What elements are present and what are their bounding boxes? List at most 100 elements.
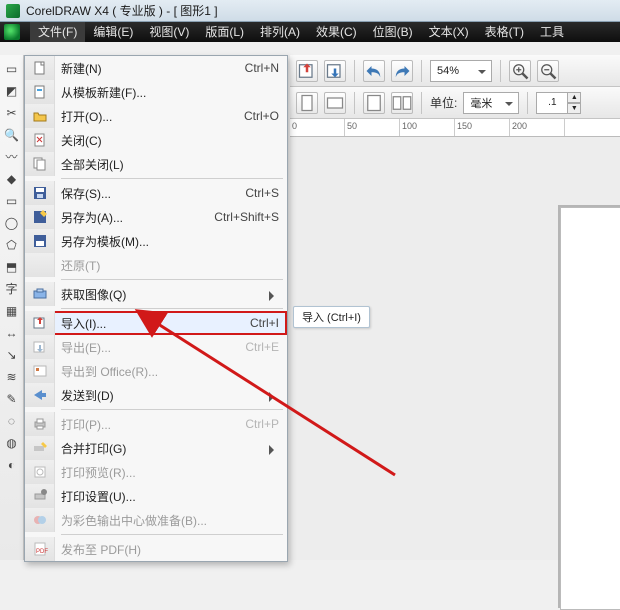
dimension-tool-icon[interactable]: ↔ (2, 323, 22, 343)
smart-fill-icon[interactable]: ◆ (2, 169, 22, 189)
menu-tools[interactable]: 工具 (532, 22, 572, 42)
menu-item-shortcut: Ctrl+N (235, 61, 279, 75)
file-menu-item[interactable]: 获取图像(Q) (25, 282, 287, 306)
file-menu-item[interactable]: 从模板新建(F)... (25, 80, 287, 104)
menu-item-label: 从模板新建(F)... (61, 84, 279, 101)
polygon-tool-icon[interactable]: ⬠ (2, 235, 22, 255)
file-menu-item[interactable]: 另存为(A)...Ctrl+Shift+S (25, 205, 287, 229)
file-menu-item[interactable]: 保存(S)...Ctrl+S (25, 181, 287, 205)
toolbar-standard: 54% (290, 55, 620, 87)
toolbar-separator (500, 60, 501, 82)
ellipse-tool-icon[interactable]: ◯ (2, 213, 22, 233)
ruler-tick: 200 (510, 119, 565, 136)
zoom-tool-icon[interactable]: 🔍 (2, 125, 22, 145)
menu-separator (61, 534, 283, 535)
basic-shapes-icon[interactable]: ⬒ (2, 257, 22, 277)
menu-effects[interactable]: 效果(C) (308, 22, 365, 42)
connector-tool-icon[interactable]: ↘ (2, 345, 22, 365)
nudge-value[interactable]: .1 (536, 92, 568, 114)
menu-layout[interactable]: 版面(L) (197, 22, 252, 42)
rectangle-tool-icon[interactable]: ▭ (2, 191, 22, 211)
menu-arrange[interactable]: 排列(A) (252, 22, 308, 42)
unit-select[interactable]: 毫米 (463, 92, 519, 114)
redo-icon (392, 61, 412, 81)
menu-table[interactable]: 表格(T) (477, 22, 532, 42)
export-icon (25, 335, 55, 359)
menu-separator (61, 279, 283, 280)
menu-item-label: 还原(T) (61, 257, 279, 274)
menu-item-label: 全部关闭(L) (61, 156, 279, 173)
orientation-portrait-button[interactable] (296, 92, 318, 114)
import-tooltip: 导入 (Ctrl+I) (293, 306, 370, 328)
crop-tool-icon[interactable]: ✂ (2, 103, 22, 123)
menu-file[interactable]: 文件(F) (30, 22, 85, 42)
file-menu-item: 为彩色输出中心做准备(B)... (25, 508, 287, 532)
menu-view[interactable]: 视图(V) (141, 22, 197, 42)
unit-label: 单位: (430, 94, 457, 111)
table-tool-icon[interactable]: ▦ (2, 301, 22, 321)
interactive-fill-icon[interactable]: ◐ (2, 455, 22, 475)
page-layout-button-1[interactable] (363, 92, 385, 114)
toolbar-separator (354, 92, 355, 114)
menu-item-label: 新建(N) (61, 60, 235, 77)
menu-item-label: 关闭(C) (61, 132, 279, 149)
shape-tool-icon[interactable]: ◩ (2, 81, 22, 101)
new-template-icon (25, 80, 55, 104)
export-office-icon (25, 359, 55, 383)
zoom-value: 54% (437, 65, 459, 77)
file-menu-item[interactable]: 打开(O)...Ctrl+O (25, 104, 287, 128)
toolbar-import-button[interactable] (296, 60, 318, 82)
page[interactable] (560, 207, 620, 610)
page-layout-button-2[interactable] (391, 92, 413, 114)
pick-tool-icon[interactable]: ▭ (2, 59, 22, 79)
menu-item-label: 另存为模板(M)... (61, 233, 279, 250)
app-logo-icon (6, 4, 20, 18)
file-menu-item[interactable]: 关闭(C) (25, 128, 287, 152)
toolbar-zoom-in-button[interactable] (509, 60, 531, 82)
file-menu-item: PDF发布至 PDF(H) (25, 537, 287, 561)
orientation-landscape-button[interactable] (324, 92, 346, 114)
submenu-chevron-icon (269, 445, 279, 455)
menu-item-label: 另存为(A)... (61, 209, 204, 226)
file-menu-item[interactable]: 打印设置(U)... (25, 484, 287, 508)
file-menu-item[interactable]: 发送到(D) (25, 383, 287, 407)
toolbar-redo-button[interactable] (391, 60, 413, 82)
fill-tool-icon[interactable]: ◍ (2, 433, 22, 453)
page-single-icon (364, 93, 384, 113)
canvas-area[interactable] (290, 137, 620, 560)
menu-item-label: 导入(I)... (61, 315, 240, 332)
print-merge-icon (25, 436, 55, 460)
window-title: CorelDRAW X4 ( 专业版 ) - [ 图形1 ] (26, 0, 218, 22)
zoom-select[interactable]: 54% (430, 60, 492, 82)
acquire-icon (25, 282, 55, 306)
file-menu-item[interactable]: 全部关闭(L) (25, 152, 287, 176)
menu-item-shortcut: Ctrl+S (235, 186, 279, 200)
toolbar-export-button[interactable] (324, 60, 346, 82)
menu-item-label: 打开(O)... (61, 108, 234, 125)
freehand-tool-icon[interactable]: 〰 (2, 147, 22, 167)
close-all-icon (25, 152, 55, 176)
app-orb-icon[interactable] (4, 24, 20, 40)
file-menu-item[interactable]: 导入(I)...Ctrl+I (25, 311, 287, 335)
toolbar-undo-button[interactable] (363, 60, 385, 82)
menu-text[interactable]: 文本(X) (421, 22, 477, 42)
menu-edit[interactable]: 编辑(E) (85, 22, 141, 42)
file-menu-item[interactable]: 新建(N)Ctrl+N (25, 56, 287, 80)
interactive-blend-icon[interactable]: ≋ (2, 367, 22, 387)
toolbar-zoom-out-button[interactable] (537, 60, 559, 82)
file-menu-item: 打印(P)...Ctrl+P (25, 412, 287, 436)
menu-bitmaps[interactable]: 位图(B) (365, 22, 421, 42)
toolbar-separator (527, 92, 528, 114)
text-tool-icon[interactable]: 字 (2, 279, 22, 299)
file-menu-item[interactable]: 另存为模板(M)... (25, 229, 287, 253)
outline-tool-icon[interactable]: ◌ (2, 411, 22, 431)
file-menu-item[interactable]: 合并打印(G) (25, 436, 287, 460)
open-folder-icon (25, 104, 55, 128)
nudge-spinner[interactable]: .1 ▲▼ (536, 92, 581, 114)
file-menu-dropdown: 新建(N)Ctrl+N 从模板新建(F)... 打开(O)...Ctrl+O 关闭(C… (24, 55, 288, 562)
ruler-tick: 50 (345, 119, 400, 136)
save-template-icon (25, 229, 55, 253)
eyedropper-tool-icon[interactable]: ✎ (2, 389, 22, 409)
spinner-arrows[interactable]: ▲▼ (567, 92, 581, 114)
svg-text:PDF: PDF (36, 549, 48, 555)
